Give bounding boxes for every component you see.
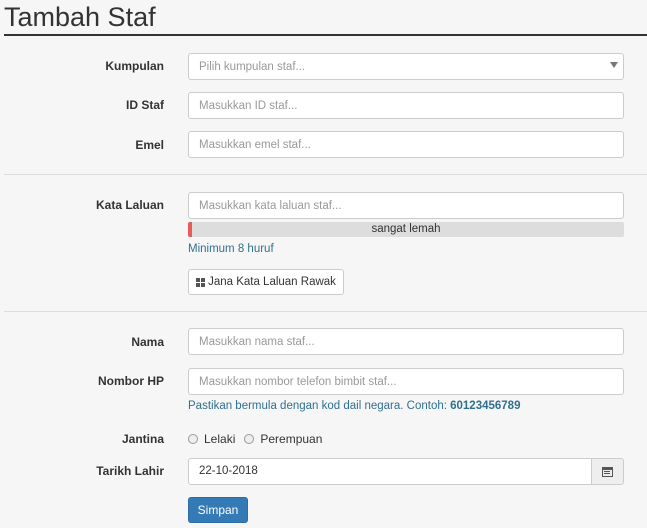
password-input[interactable] xyxy=(188,192,624,219)
group-select-field[interactable] xyxy=(188,53,624,80)
password-label: Kata Laluan xyxy=(95,198,164,212)
group-label: Kumpulan xyxy=(105,59,164,73)
gender-option-male: Lelaki xyxy=(204,432,236,446)
calendar-button[interactable] xyxy=(591,458,624,485)
email-input[interactable] xyxy=(188,131,624,158)
password-hint: Minimum 8 huruf xyxy=(188,243,274,255)
gender-radio-female[interactable] xyxy=(244,434,255,444)
gender-option-female: Perempuan xyxy=(260,432,323,446)
section-divider xyxy=(4,174,647,175)
phone-input[interactable] xyxy=(188,368,624,395)
birthdate-label: Tarikh Lahir xyxy=(96,464,164,478)
password-strength-text: sangat lemah xyxy=(371,223,441,235)
birthdate-input[interactable]: 22-10-2018 xyxy=(188,458,592,485)
page-title: Tambah Staf xyxy=(4,2,156,32)
phone-hint: Pastikan bermula dengan kod dail negara.… xyxy=(188,400,520,412)
calendar-icon xyxy=(602,466,613,477)
section-divider xyxy=(4,311,647,312)
gender-radio-male[interactable] xyxy=(188,434,198,444)
generate-password-button[interactable]: Jana Kata Laluan Rawak xyxy=(188,269,344,295)
gender-label: Jantina xyxy=(121,432,164,446)
birthdate-field: 22-10-2018 xyxy=(188,458,624,485)
staff-id-label: ID Staf xyxy=(125,98,164,112)
name-input[interactable] xyxy=(188,328,624,355)
grid-icon xyxy=(196,277,206,287)
name-label: Nama xyxy=(131,335,164,349)
group-select[interactable] xyxy=(188,53,624,80)
email-label: Emel xyxy=(135,138,164,152)
save-button[interactable]: Simpan xyxy=(188,497,248,523)
staff-id-input[interactable] xyxy=(188,92,624,119)
gender-radio-group: Lelaki Perempuan xyxy=(188,432,331,446)
caret-down-icon xyxy=(610,62,618,68)
phone-label: Nombor HP xyxy=(98,374,164,388)
generate-password-label: Jana Kata Laluan Rawak xyxy=(208,276,336,288)
password-strength-meter: sangat lemah xyxy=(188,222,624,237)
phone-hint-example: 60123456789 xyxy=(450,400,521,412)
title-divider xyxy=(4,34,647,36)
phone-hint-text: Pastikan bermula dengan kod dail negara.… xyxy=(188,400,451,412)
